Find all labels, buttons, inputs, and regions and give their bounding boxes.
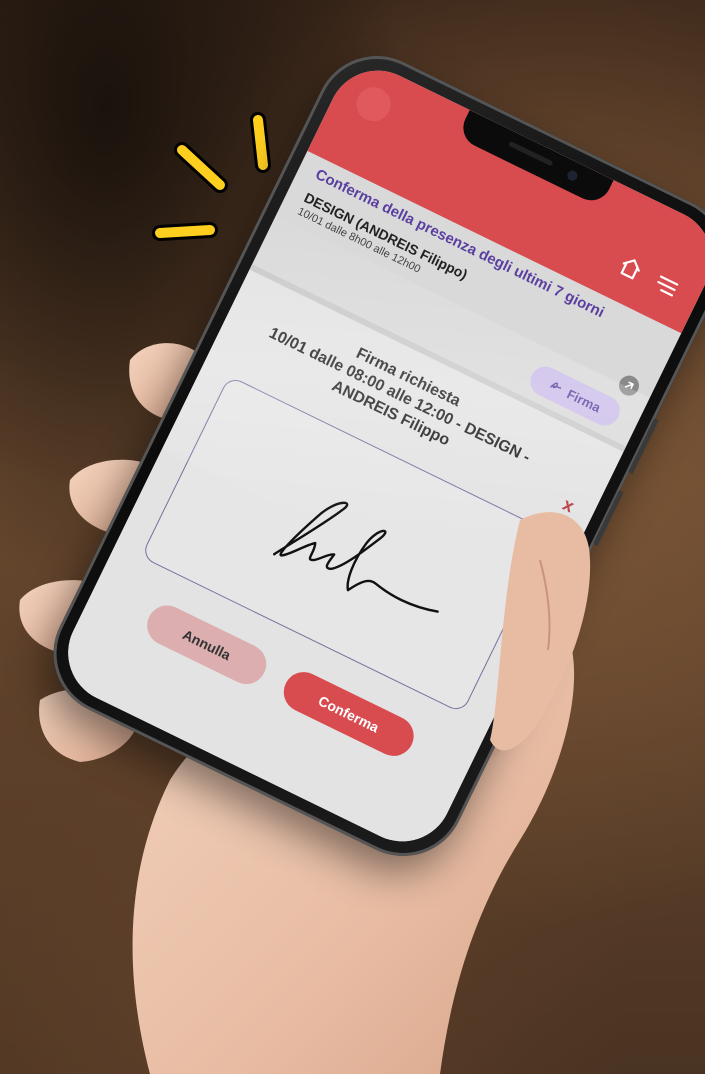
front-camera: [565, 168, 580, 183]
scene: Conferma della presenza degli ultimi 7 g…: [0, 0, 705, 1074]
signature-icon: [546, 376, 566, 397]
sign-button-label: Firma: [564, 385, 604, 415]
hamburger-menu-icon[interactable]: [648, 267, 685, 304]
close-icon[interactable]: x: [555, 492, 582, 519]
home-icon[interactable]: [612, 250, 649, 287]
status-bubble: [350, 81, 397, 127]
arrow-up-right-icon[interactable]: [615, 372, 643, 400]
